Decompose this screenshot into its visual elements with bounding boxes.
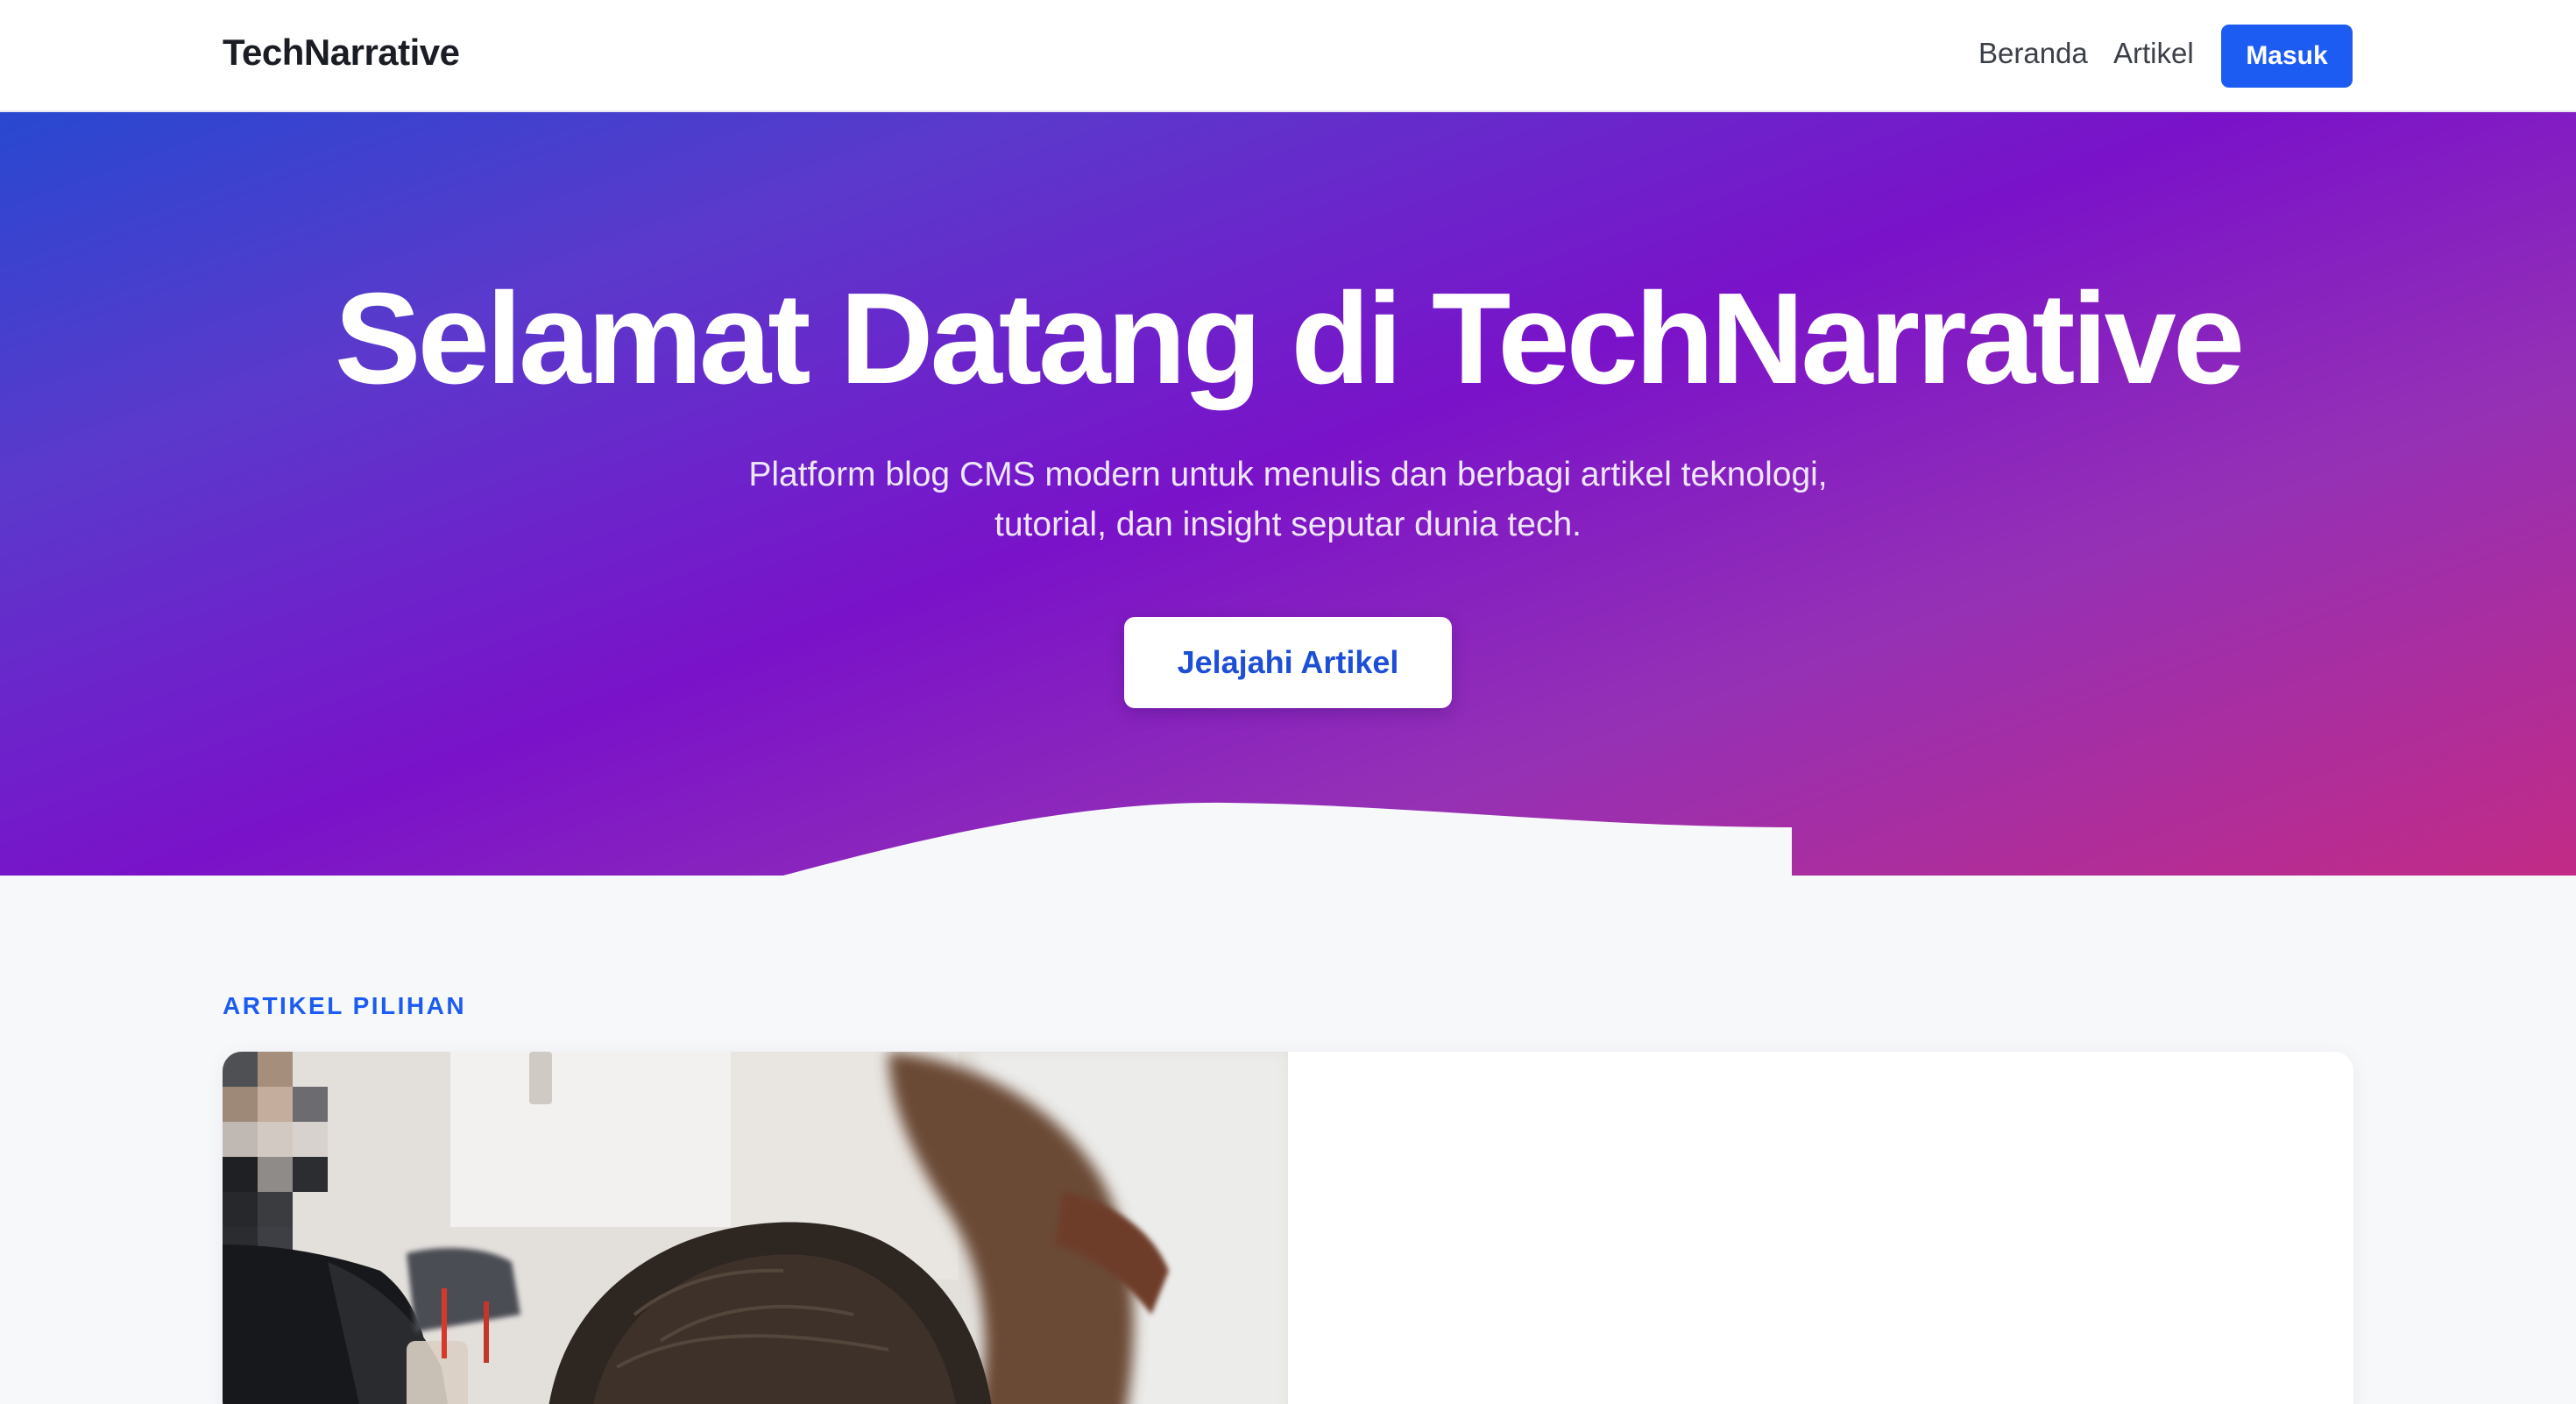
featured-section-label: ARTIKEL PILIHAN <box>223 992 467 1019</box>
hero-subtitle-line-1: Platform blog CMS modern untuk menulis d… <box>748 456 1828 493</box>
featured-article-card[interactable] <box>223 1052 2353 1404</box>
brand-logo[interactable]: TechNarrative <box>223 32 460 74</box>
login-button[interactable]: Masuk <box>2221 25 2353 88</box>
hero-subtitle: Platform blog CMS modern untuk menulis d… <box>675 450 1901 550</box>
nav-link-beranda[interactable]: Beranda <box>1978 37 2088 70</box>
featured-photo-illustration <box>223 1052 1288 1404</box>
hero-section: Selamat Datang di TechNarrative Platform… <box>0 112 2576 876</box>
navbar: TechNarrative Beranda Artikel Masuk <box>0 0 2576 112</box>
browser-viewport: TechNarrative Beranda Artikel Masuk Sela… <box>0 0 2576 1404</box>
explore-articles-button[interactable]: Jelajahi Artikel <box>1124 617 1452 708</box>
hero-title: Selamat Datang di TechNarrative <box>334 266 2245 411</box>
nav-link-artikel[interactable]: Artikel <box>2113 37 2194 70</box>
hero-wave-divider <box>0 802 2576 876</box>
featured-article-image[interactable] <box>223 1052 1288 1404</box>
hero-subtitle-line-2: tutorial, dan insight seputar dunia tech… <box>994 506 1582 543</box>
